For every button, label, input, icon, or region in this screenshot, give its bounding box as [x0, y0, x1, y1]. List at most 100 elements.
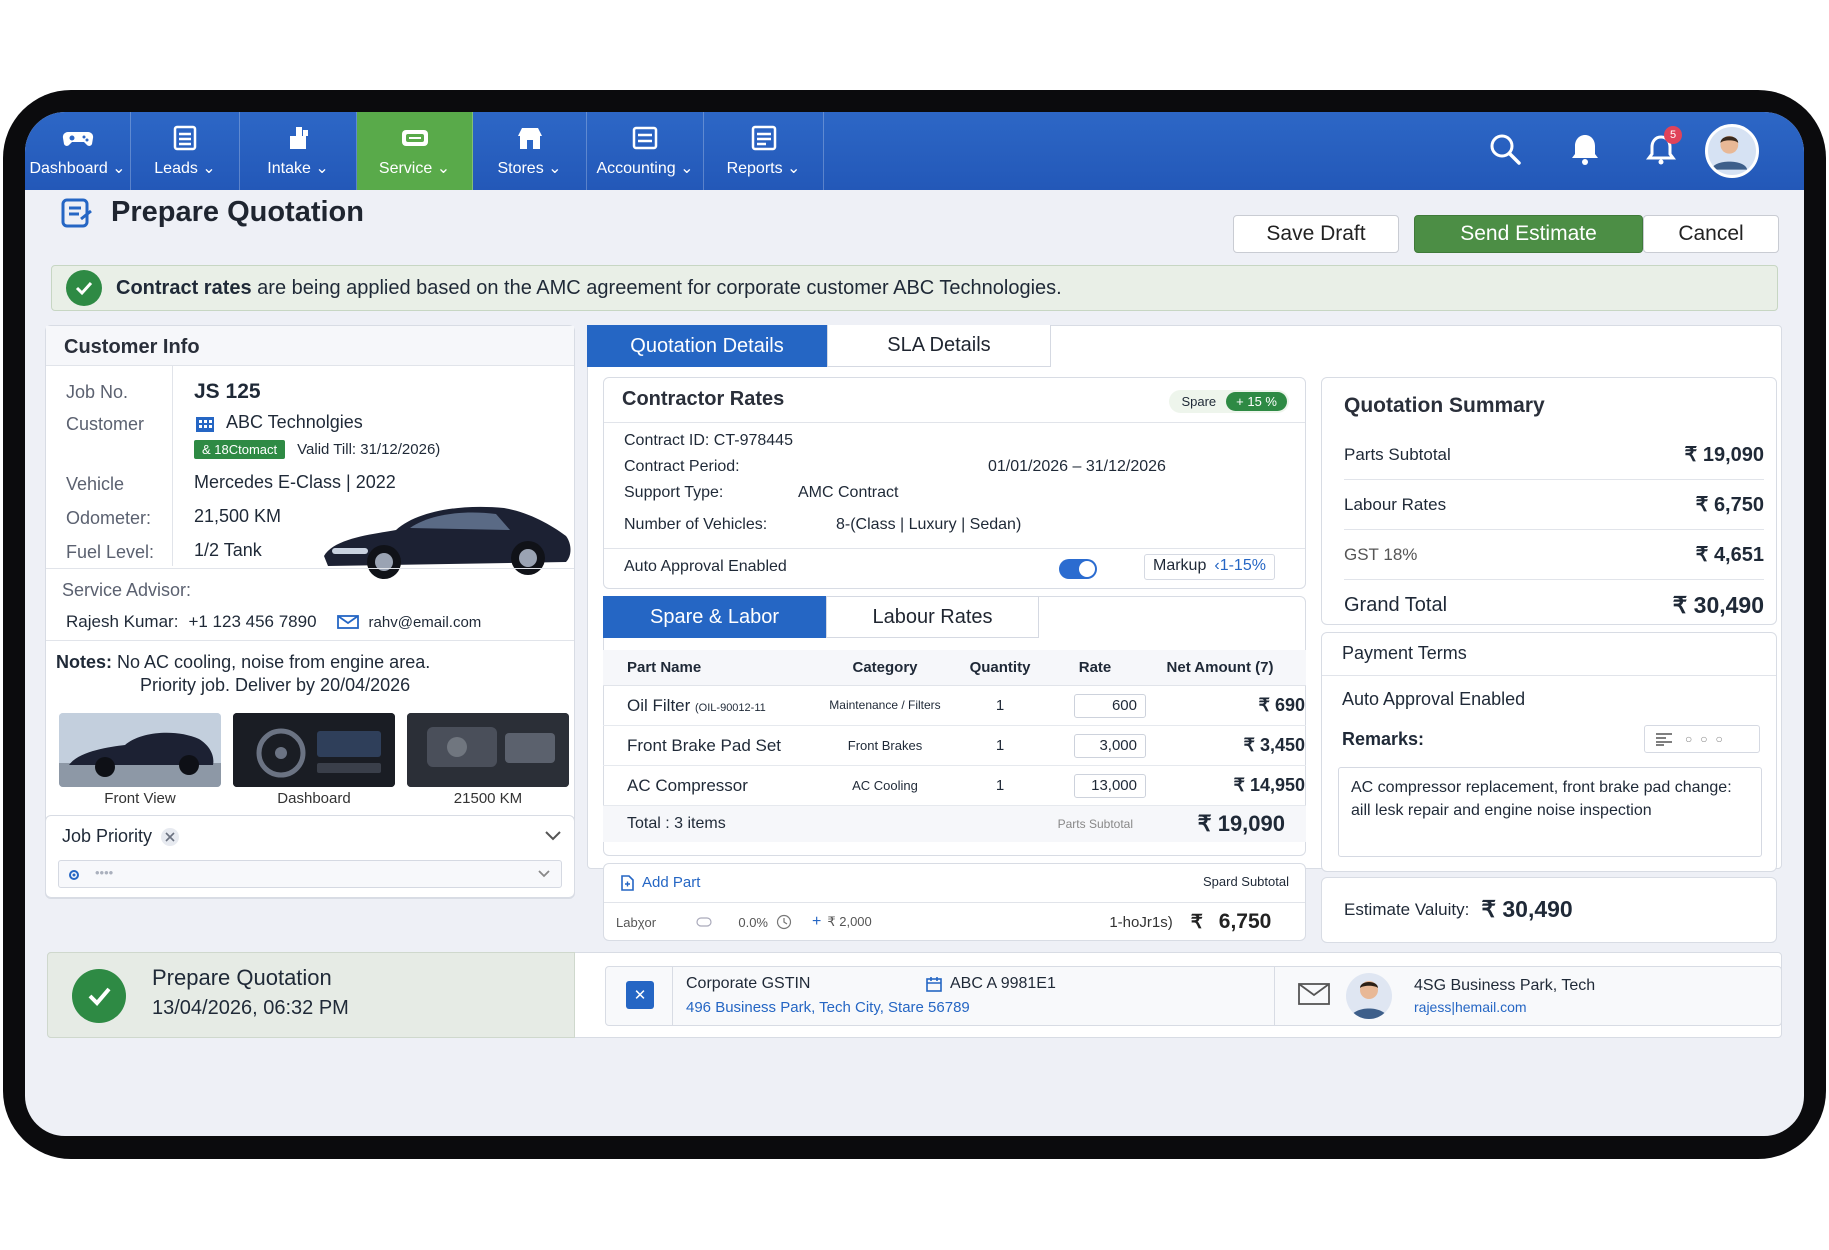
vehicles-label: Number of Vehicles: [624, 516, 768, 533]
contact-email[interactable]: rajess|hemail.com [1414, 999, 1527, 1015]
estimate-validity-card: Estimate Valuity: ₹ 30,490 [1321, 877, 1777, 943]
gstin-label: Corporate GSTIN [686, 975, 811, 992]
service-icon [401, 130, 428, 146]
more-options-icon[interactable]: ○○○ [1685, 732, 1731, 746]
tab-spare-labor[interactable]: Spare & Labor [603, 596, 826, 638]
corporate-address: 496 Business Park, Tech City, Stare 5678… [686, 999, 970, 1016]
estimate-label: Estimate Valuity: [1344, 899, 1470, 919]
nav-label: Accounting ⌄ [596, 160, 694, 177]
tablet-frame: Dashboard ⌄ Leads ⌄ Intake ⌄ Service ⌄ S… [3, 90, 1826, 1159]
support-type-label: Support Type: [624, 484, 724, 501]
toggle-off-icon[interactable] [696, 917, 712, 927]
parts-total-row: Total : 3 items Parts Subtotal ₹ 19,090 [603, 806, 1306, 842]
labor-currency: ₹ [1190, 911, 1203, 933]
cancel-button[interactable]: Cancel [1643, 215, 1779, 253]
search-icon[interactable] [1486, 130, 1524, 168]
tab-sla-details[interactable]: SLA Details [827, 325, 1051, 367]
part-name: AC Compressor [627, 775, 748, 795]
notification-icon[interactable]: 5 [1642, 126, 1682, 168]
nav-leads[interactable]: Leads ⌄ [131, 112, 240, 190]
job-priority-header[interactable]: Job Priority [62, 826, 180, 847]
avatar[interactable] [1705, 124, 1759, 178]
labor-total: 6,750 [1218, 910, 1272, 933]
col-net-amount: Net Amount (7) [1166, 659, 1274, 676]
nav-label: Intake ⌄ [267, 160, 329, 177]
rate-input[interactable]: 600 [1074, 693, 1146, 718]
remarks-toolbar[interactable]: ○○○ [1644, 725, 1760, 753]
advisor-email[interactable]: rahv@email.com [369, 614, 482, 631]
part-name: Oil Filter [627, 695, 691, 715]
labor-row: Labχor 0.0% + ₹ 2,000 1-hoJr1s) ₹ 6,750 [616, 910, 1296, 934]
payment-auto-approval: Auto Approval Enabled [1342, 689, 1526, 709]
remarks-text[interactable]: AC compressor replacement, front brake p… [1338, 767, 1762, 857]
corporate-info-box: ✕ Corporate GSTIN ABC A 9981E1 496 Busin… [605, 966, 1782, 1026]
page-header: Prepare Quotation [59, 196, 364, 229]
spare-pill-value: + 15 % [1226, 392, 1287, 411]
estimate-value: ₹ 30,490 [1481, 896, 1573, 922]
nav-label: Leads ⌄ [154, 160, 216, 177]
send-estimate-button[interactable]: Send Estimate [1414, 215, 1643, 253]
job-priority-select[interactable]: •••• [58, 860, 562, 888]
save-draft-button[interactable]: Save Draft [1233, 215, 1399, 253]
nav-reports[interactable]: Reports ⌄ [704, 112, 824, 190]
email-icon[interactable] [1298, 983, 1330, 1005]
clear-icon[interactable] [160, 827, 180, 847]
odometer-label: Odometer: [66, 508, 152, 528]
nav-stores[interactable]: Stores ⌄ [473, 112, 587, 190]
app-screen: Dashboard ⌄ Leads ⌄ Intake ⌄ Service ⌄ S… [25, 112, 1804, 1136]
vehicles-value: 8-(Class | Luxury | Sedan) [836, 516, 1022, 533]
tab-labour-rates[interactable]: Labour Rates [826, 596, 1039, 638]
part-quantity: 1 [995, 777, 1005, 794]
intake-icon [290, 127, 308, 149]
tab-quotation-details[interactable]: Quotation Details [587, 325, 827, 367]
contact-avatar [1346, 973, 1392, 1019]
bell-icon[interactable] [1566, 130, 1604, 168]
fuel-value: 1/2 Tank [194, 540, 262, 560]
nav-intake[interactable]: Intake ⌄ [240, 112, 357, 190]
photo-dashboard[interactable] [233, 713, 395, 787]
contract-period-label: Contract Period: [624, 458, 740, 475]
notes-line1: No AC cooling, noise from engine area. [117, 652, 431, 672]
chevron-down-icon[interactable] [544, 830, 562, 842]
spare-pill-label: Spare [1181, 394, 1217, 409]
building-icon [196, 416, 214, 432]
banner-text: are being applied based on the AMC agree… [251, 276, 1062, 299]
payment-terms-card: Payment Terms Auto Approval Enabled Rema… [1321, 632, 1777, 872]
col-rate: Rate [1078, 659, 1112, 676]
markup-field[interactable]: Markup ‹1-15% [1144, 554, 1275, 580]
nav-accounting[interactable]: Accounting ⌄ [587, 112, 704, 190]
job-priority-label: Job Priority [62, 826, 153, 846]
customer-label: Customer [66, 414, 145, 434]
customer-info-card: Customer Info Job No. JS 125 Customer AB… [45, 325, 575, 899]
part-category: Maintenance / Filters [829, 698, 941, 712]
photo-front-view[interactable] [59, 713, 221, 787]
auto-approval-toggle[interactable] [1059, 559, 1097, 579]
nav-dashboard[interactable]: Dashboard ⌄ [25, 112, 131, 190]
vehicle-image [324, 506, 571, 579]
notes-line2: Priority job. Deliver by 20/04/2026 [140, 675, 411, 695]
contract-id: Contract ID: CT-978445 [624, 432, 793, 449]
photo-odometer[interactable] [407, 713, 569, 787]
support-type-value: AMC Contract [798, 484, 899, 501]
rate-input[interactable]: 13,000 [1074, 773, 1146, 798]
add-part-label: Add Part [642, 874, 701, 891]
rate-input[interactable]: 3,000 [1074, 733, 1146, 758]
part-amount: ₹ 690 [1258, 695, 1306, 715]
add-part-button[interactable]: Add Part [620, 874, 700, 891]
nav-label: Reports ⌄ [726, 160, 801, 177]
job-priority-placeholder: •••• [95, 865, 114, 880]
fuel-label: Fuel Level: [66, 542, 155, 562]
contract-period-value: 01/01/2026 – 31/12/2026 [988, 458, 1166, 475]
nav-service[interactable]: Service ⌄ [357, 112, 473, 190]
summary-label: GST 18% [1344, 544, 1418, 564]
summary-value: ₹ 19,090 [1684, 444, 1764, 466]
part-name-cell: Oil Filter (OIL-90012-11 [603, 696, 825, 716]
document-add-icon [621, 874, 634, 891]
labor-rate: ₹ 2,000 [827, 914, 872, 929]
customer-info-title: Customer Info [64, 336, 200, 358]
quotation-summary-card: Quotation Summary Parts Subtotal ₹ 19,09… [1321, 377, 1777, 625]
email-icon [336, 615, 359, 629]
plus-icon[interactable]: + [812, 913, 821, 931]
photo-label: 21500 KM [453, 790, 523, 807]
advisor-phone[interactable]: +1 123 456 7890 [188, 612, 316, 632]
